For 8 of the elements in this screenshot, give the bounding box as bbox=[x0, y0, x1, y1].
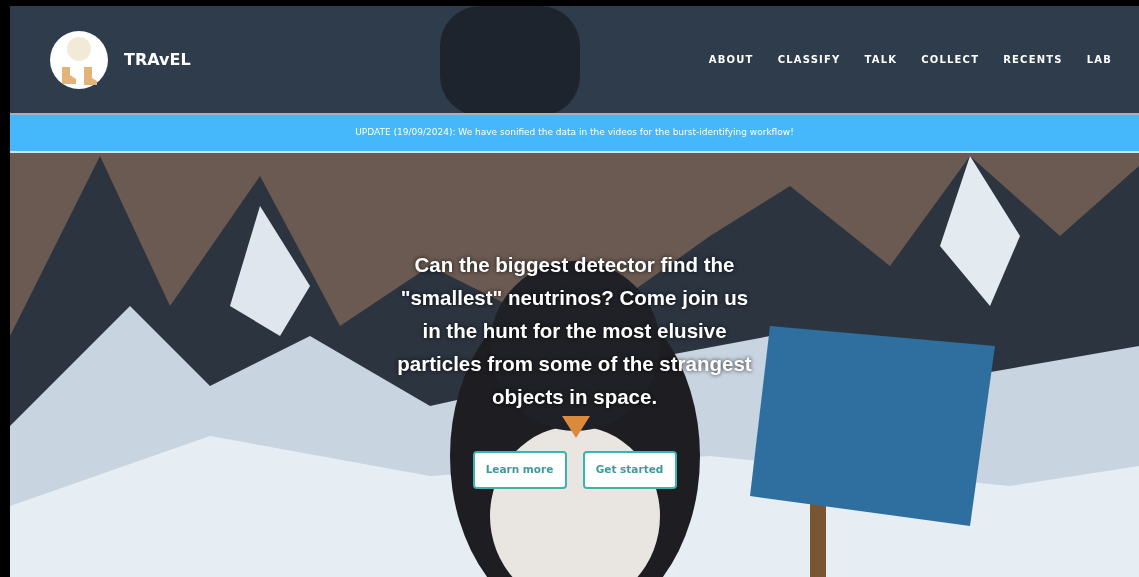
nav-link[interactable]: ABOUT bbox=[708, 52, 754, 67]
nav-link[interactable]: LAB bbox=[1086, 52, 1112, 67]
site-title[interactable]: TRAvEL bbox=[124, 47, 191, 72]
nav-link[interactable]: COLLECT bbox=[921, 52, 980, 67]
update-notice: UPDATE (19/09/2024): We have sonified the data in the videos for the burst-identifying workflow! bbox=[355, 126, 794, 140]
nav-link[interactable]: CLASSIFY bbox=[777, 52, 841, 67]
nav-link[interactable]: RECENTS bbox=[1003, 52, 1063, 67]
nav-link[interactable]: TALK bbox=[864, 52, 898, 67]
